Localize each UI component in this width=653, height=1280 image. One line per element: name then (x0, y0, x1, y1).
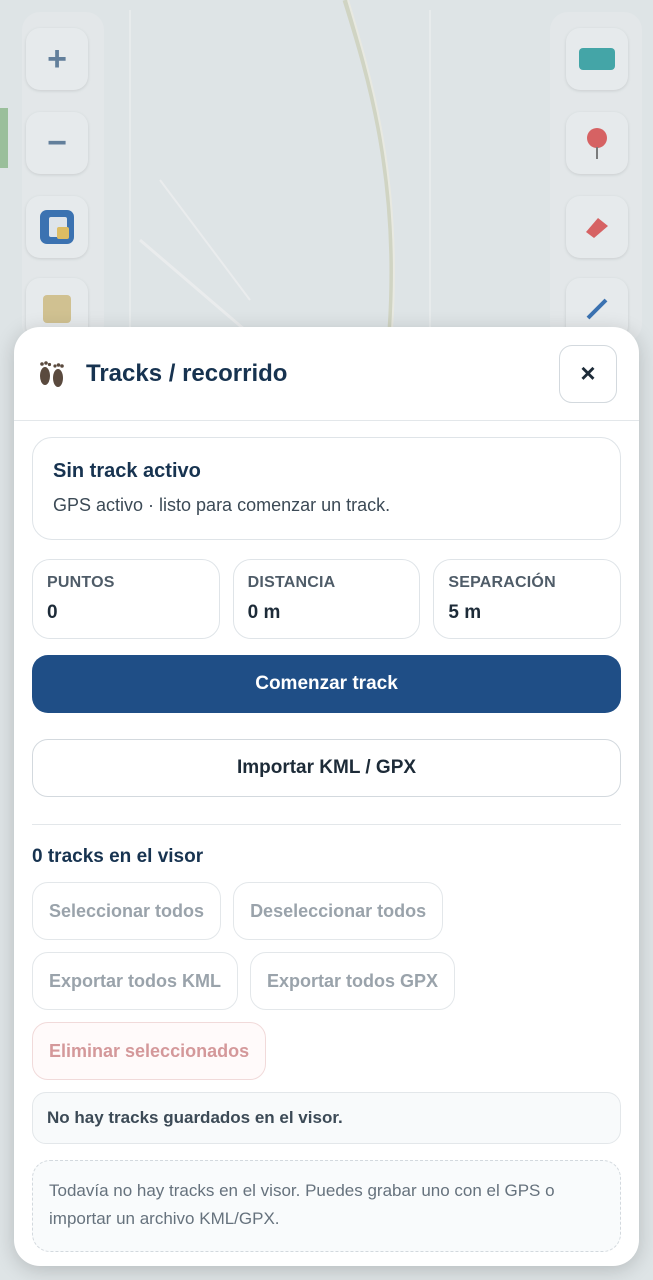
status-description: GPS activo · listo para comenzar un trac… (53, 495, 391, 515)
panel-title: Tracks / recorrido (86, 359, 288, 387)
stat-separation: SEPARACIÓN 5 m (433, 559, 622, 639)
deselect-all-button[interactable]: Deseleccionar todos (233, 882, 444, 940)
stat-label: DISTANCIA (247, 574, 336, 591)
start-track-button[interactable]: Comenzar track (32, 655, 621, 713)
panel-header: Tracks / recorrido × (14, 327, 639, 421)
delete-selected-button[interactable]: Eliminar seleccionados (32, 1022, 267, 1080)
stat-value: 0 m (247, 602, 281, 623)
select-all-button[interactable]: Seleccionar todos (32, 882, 222, 940)
tracks-panel: Tracks / recorrido × Sin track activo GP… (14, 327, 639, 1266)
close-button[interactable]: × (559, 344, 617, 403)
tracks-count-heading: 0 tracks en el visor (32, 846, 204, 867)
delete-actions: Eliminar seleccionados (32, 1022, 621, 1080)
status-title: Sin track activo (53, 460, 201, 482)
export-actions: Exportar todos KML Exportar todos GPX (32, 952, 621, 1010)
export-all-gpx-button[interactable]: Exportar todos GPX (250, 952, 456, 1010)
footprints-icon (40, 360, 64, 387)
stat-value: 5 m (448, 602, 482, 623)
stat-value: 0 (47, 602, 58, 623)
track-status-card: Sin track activo GPS activo · listo para… (32, 437, 621, 540)
selection-actions: Seleccionar todos Deseleccionar todos (32, 882, 621, 940)
stat-distance: DISTANCIA 0 m (232, 559, 421, 639)
import-kml-gpx-button[interactable]: Importar KML / GPX (32, 739, 621, 797)
track-stats: PUNTOS 0 DISTANCIA 0 m SEPARACIÓN 5 m (32, 559, 622, 639)
empty-tracks-message: No hay tracks guardados en el visor. (32, 1092, 621, 1144)
export-all-kml-button[interactable]: Exportar todos KML (32, 952, 239, 1010)
divider (32, 824, 621, 825)
close-icon: × (580, 358, 596, 388)
stat-points: PUNTOS 0 (32, 559, 220, 639)
stat-label: SEPARACIÓN (448, 574, 556, 591)
stat-label: PUNTOS (47, 574, 115, 591)
empty-hint: Todavía no hay tracks en el visor. Puede… (32, 1160, 621, 1252)
